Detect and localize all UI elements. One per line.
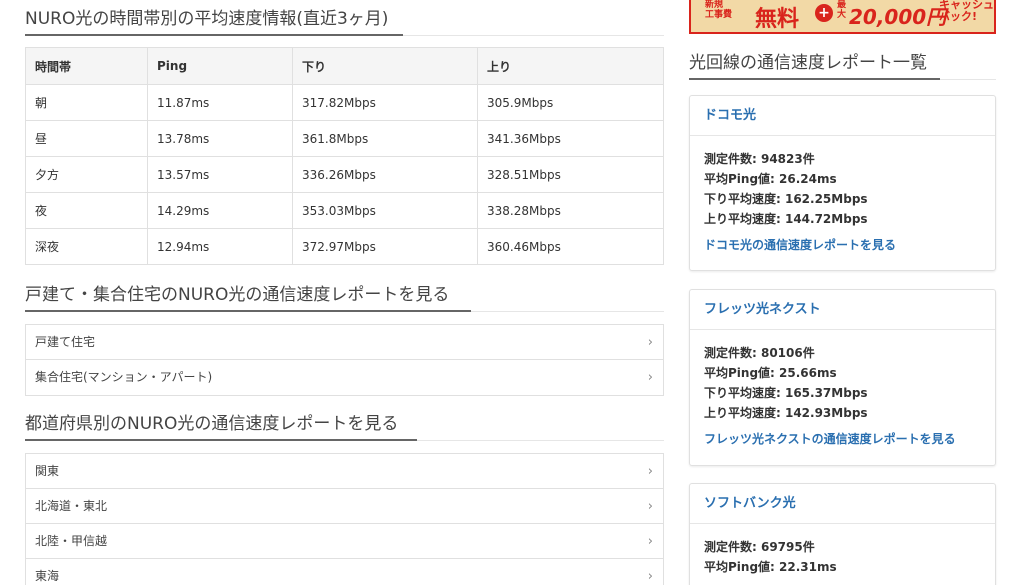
cell-down: 361.8Mbps	[292, 120, 478, 157]
list-item-hokuriku-koshinetsu[interactable]: 北陸・甲信越 ›	[26, 524, 663, 559]
list-item-hokkaido-tohoku[interactable]: 北海道・東北 ›	[26, 489, 663, 524]
main-content: NURO光の時間帯別の平均速度情報(直近3ヶ月) 時間帯 Ping 下り 上り …	[25, 0, 664, 585]
speed-card-flets: フレッツ光ネクスト 測定件数: 80106件 平均Ping値: 25.66ms …	[689, 289, 996, 466]
heading-underline	[689, 78, 940, 80]
stat-up: 上り平均速度: 142.93Mbps	[704, 406, 868, 420]
cell-timeslot: 夕方	[25, 156, 148, 193]
housing-section-title: 戸建て・集合住宅のNURO光の通信速度レポートを見る	[25, 285, 450, 305]
cell-down: 317.82Mbps	[292, 84, 478, 121]
cell-timeslot: 深夜	[25, 228, 148, 265]
table-row: 昼 13.78ms 361.8Mbps 341.36Mbps	[25, 120, 664, 157]
banner-new-label: 新規 工事費	[705, 0, 733, 20]
promo-banner[interactable]: 新規 工事費 無料 + 最大 20,000円 キャッシュ バック!	[689, 0, 996, 34]
cell-ping: 11.87ms	[147, 84, 293, 121]
speed-section-heading: NURO光の時間帯別の平均速度情報(直近3ヶ月)	[25, 0, 664, 36]
table-header-row: 時間帯 Ping 下り 上り	[25, 47, 664, 85]
cell-down: 336.26Mbps	[292, 156, 478, 193]
list-item-tokai[interactable]: 東海 ›	[26, 559, 663, 585]
table-row: 夜 14.29ms 353.03Mbps 338.28Mbps	[25, 192, 664, 229]
list-item-detached-house[interactable]: 戸建て住宅 ›	[26, 325, 663, 360]
list-item-label: 関東	[35, 464, 60, 478]
table-row: 深夜 12.94ms 372.97Mbps 360.46Mbps	[25, 228, 664, 265]
list-item-apartment[interactable]: 集合住宅(マンション・アパート) ›	[26, 360, 663, 395]
cell-down: 353.03Mbps	[292, 192, 478, 229]
plus-icon: +	[815, 4, 833, 22]
sidebar-title: 光回線の通信速度レポート一覧	[689, 53, 927, 73]
card-body: 測定件数: 94823件 平均Ping値: 26.24ms 下り平均速度: 16…	[690, 136, 995, 255]
heading-underline	[25, 439, 417, 441]
table-row: 夕方 13.57ms 336.26Mbps 328.51Mbps	[25, 156, 664, 193]
cell-up: 338.28Mbps	[477, 192, 664, 229]
list-item-label: 東海	[35, 569, 60, 583]
card-body: 測定件数: 69795件 平均Ping値: 22.31ms	[690, 524, 995, 577]
cell-timeslot: 昼	[25, 120, 148, 157]
col-header-up: 上り	[477, 47, 664, 85]
chevron-right-icon: ›	[647, 534, 653, 549]
banner-free-text: 無料	[755, 7, 800, 32]
cell-up: 305.9Mbps	[477, 84, 664, 121]
chevron-right-icon: ›	[647, 499, 653, 514]
stat-count: 測定件数: 94823件	[704, 152, 815, 166]
report-link[interactable]: フレッツ光ネクストの通信速度レポートを見る	[704, 429, 981, 449]
speed-table: 時間帯 Ping 下り 上り 朝 11.87ms 317.82Mbps 305.…	[25, 47, 664, 265]
cell-up: 341.36Mbps	[477, 120, 664, 157]
speed-card-softbank: ソフトバンク光 測定件数: 69795件 平均Ping値: 22.31ms	[689, 483, 996, 585]
col-header-timeslot: 時間帯	[25, 47, 148, 85]
stat-ping: 平均Ping値: 22.31ms	[704, 560, 837, 574]
cell-timeslot: 夜	[25, 192, 148, 229]
chevron-right-icon: ›	[647, 335, 653, 350]
cell-ping: 12.94ms	[147, 228, 293, 265]
speed-section-title: NURO光の時間帯別の平均速度情報(直近3ヶ月)	[25, 9, 389, 29]
stat-count: 測定件数: 80106件	[704, 346, 815, 360]
list-item-label: 北陸・甲信越	[35, 534, 108, 548]
cell-ping: 14.29ms	[147, 192, 293, 229]
cell-up: 360.46Mbps	[477, 228, 664, 265]
list-item-label: 集合住宅(マンション・アパート)	[35, 370, 213, 384]
chevron-right-icon: ›	[647, 370, 653, 385]
prefecture-section-title: 都道府県別のNURO光の通信速度レポートを見る	[25, 414, 399, 434]
stat-down: 下り平均速度: 165.37Mbps	[704, 386, 868, 400]
chevron-right-icon: ›	[647, 464, 653, 479]
table-row: 朝 11.87ms 317.82Mbps 305.9Mbps	[25, 84, 664, 121]
stat-ping: 平均Ping値: 25.66ms	[704, 366, 837, 380]
housing-link-list: 戸建て住宅 › 集合住宅(マンション・アパート) ›	[25, 324, 664, 396]
cell-up: 328.51Mbps	[477, 156, 664, 193]
list-item-label: 戸建て住宅	[35, 335, 96, 349]
banner-cashback-label: キャッシュ バック!	[939, 0, 994, 23]
sidebar-heading: 光回線の通信速度レポート一覧	[689, 44, 996, 80]
list-item-label: 北海道・東北	[35, 499, 108, 513]
card-body: 測定件数: 80106件 平均Ping値: 25.66ms 下り平均速度: 16…	[690, 330, 995, 449]
banner-max-label: 最大	[837, 0, 847, 20]
prefecture-link-list: 関東 › 北海道・東北 › 北陸・甲信越 › 東海 ›	[25, 453, 664, 585]
card-title[interactable]: ドコモ光	[690, 96, 995, 136]
cell-timeslot: 朝	[25, 84, 148, 121]
card-title[interactable]: ソフトバンク光	[690, 484, 995, 524]
prefecture-section-heading: 都道府県別のNURO光の通信速度レポートを見る	[25, 405, 664, 441]
heading-underline	[25, 310, 471, 312]
stat-count: 測定件数: 69795件	[704, 540, 815, 554]
card-title[interactable]: フレッツ光ネクスト	[690, 290, 995, 330]
heading-underline	[25, 34, 403, 36]
housing-section-heading: 戸建て・集合住宅のNURO光の通信速度レポートを見る	[25, 276, 664, 312]
report-link[interactable]: ドコモ光の通信速度レポートを見る	[704, 235, 981, 255]
col-header-down: 下り	[292, 47, 478, 85]
cell-ping: 13.78ms	[147, 120, 293, 157]
col-header-ping: Ping	[147, 47, 293, 85]
list-item-kanto[interactable]: 関東 ›	[26, 454, 663, 489]
stat-down: 下り平均速度: 162.25Mbps	[704, 192, 868, 206]
banner-amount: 20,000円	[849, 5, 947, 29]
cell-ping: 13.57ms	[147, 156, 293, 193]
stat-up: 上り平均速度: 144.72Mbps	[704, 212, 868, 226]
speed-card-docomo: ドコモ光 測定件数: 94823件 平均Ping値: 26.24ms 下り平均速…	[689, 95, 996, 271]
cell-down: 372.97Mbps	[292, 228, 478, 265]
chevron-right-icon: ›	[647, 569, 653, 584]
stat-ping: 平均Ping値: 26.24ms	[704, 172, 837, 186]
